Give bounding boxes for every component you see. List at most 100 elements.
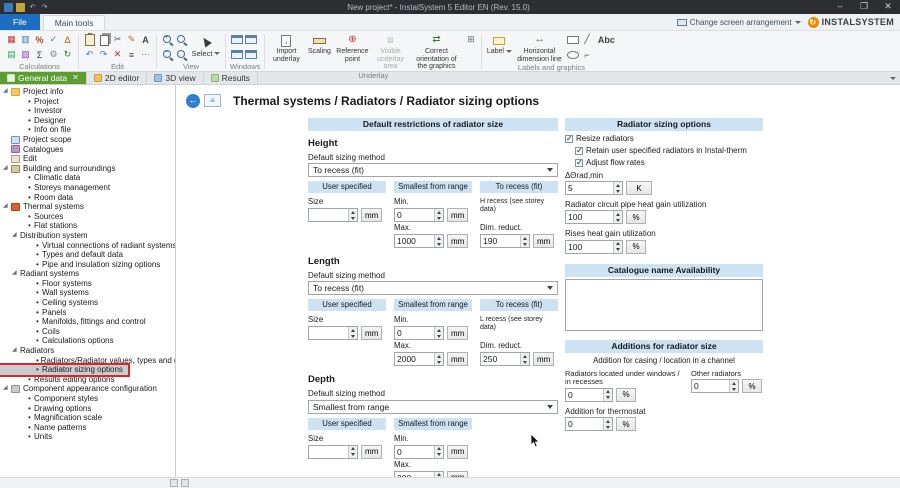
ellipse-shape-icon[interactable]	[566, 48, 579, 61]
tree-item-radiators[interactable]: ◢Radiators	[0, 346, 175, 356]
tree-item-room-data[interactable]: •Room data	[0, 193, 175, 203]
tree-item-climatic-data[interactable]: •Climatic data	[0, 173, 175, 183]
import-underlay-button[interactable]: ↓ Import underlay	[269, 33, 303, 63]
window-new-icon[interactable]	[244, 33, 257, 46]
height-min-unit-button[interactable]: mm	[447, 208, 468, 222]
redo-icon[interactable]: ↷	[97, 48, 110, 61]
undo-icon[interactable]: ↶	[28, 3, 37, 12]
reference-point-button[interactable]: ⊕ Reference point	[335, 33, 369, 63]
spinner-arrows[interactable]	[348, 209, 357, 221]
navigation-list-button[interactable]: ≡	[204, 94, 221, 107]
expander-icon[interactable]: ◢	[3, 202, 11, 212]
tree-item-calculations-options[interactable]: •Calculations options	[0, 336, 175, 346]
depth-min-input[interactable]: 0	[394, 445, 444, 459]
tree-item-info-on-file[interactable]: •Info on file	[0, 125, 175, 135]
tree-item-radiator-sizing-options[interactable]: •Radiator sizing options	[0, 365, 128, 375]
change-screen-arrangement-button[interactable]: Change screen arrangement	[677, 18, 801, 27]
spinner-arrows[interactable]	[613, 182, 622, 194]
height-size-unit-button[interactable]: mm	[361, 208, 382, 222]
minimize-button[interactable]: –	[828, 0, 852, 14]
spinner-arrows[interactable]	[348, 446, 357, 458]
tree-item-investor[interactable]: •Investor	[0, 106, 175, 116]
length-size-unit-button[interactable]: mm	[361, 326, 382, 340]
format-icon[interactable]: ≡	[125, 48, 138, 61]
depth-sizing-method-select[interactable]: Smallest from range	[308, 400, 558, 414]
visible-underlay-area-button[interactable]: ▧ Visible underlay area	[372, 33, 408, 71]
expander-icon[interactable]: ◢	[3, 164, 11, 174]
height-max-unit-button[interactable]: mm	[447, 234, 468, 248]
spinner-arrows[interactable]	[520, 353, 529, 365]
tree-item-magnification-scale[interactable]: •Magnification scale	[0, 413, 175, 423]
percent-icon[interactable]: %	[33, 33, 46, 46]
thermostat-addition-unit-button[interactable]: %	[616, 417, 636, 431]
data-table-icon[interactable]: ▥	[19, 33, 32, 46]
edit-pencil-icon[interactable]: ✎	[125, 33, 138, 46]
other-radiators-input[interactable]: 0	[691, 379, 739, 393]
zoom-in-icon[interactable]: +	[161, 33, 174, 46]
tree-item-storeys-management[interactable]: •Storeys management	[0, 183, 175, 193]
zoom-page-icon[interactable]	[175, 48, 188, 61]
tree-item-floor-systems[interactable]: •Floor systems	[0, 279, 175, 289]
expander-icon[interactable]: ◢	[12, 269, 20, 279]
tree-item-units[interactable]: •Units	[0, 432, 175, 442]
spinner-arrows[interactable]	[434, 353, 443, 365]
window-tile-icon[interactable]	[230, 48, 243, 61]
risers-heat-gain-input[interactable]: 100	[565, 240, 623, 254]
rectangle-shape-icon[interactable]	[566, 33, 579, 46]
spinner-arrows[interactable]	[434, 446, 443, 458]
tree-item-pipe-and-insulation-sizing-options[interactable]: •Pipe and insulation sizing options	[0, 260, 175, 270]
spinner-arrows[interactable]	[434, 327, 443, 339]
spinner-arrows[interactable]	[613, 241, 622, 253]
window-cascade-icon[interactable]	[230, 33, 243, 46]
tab-general-data[interactable]: General data ✕	[0, 72, 87, 84]
select-tool-button[interactable]: Select	[191, 33, 221, 58]
tree-item-ceiling-systems[interactable]: •Ceiling systems	[0, 298, 175, 308]
close-button[interactable]: ✕	[876, 0, 900, 14]
tree-item-name-patterns[interactable]: •Name patterns	[0, 423, 175, 433]
tree-item-component-styles[interactable]: •Component styles	[0, 394, 175, 404]
length-dim-reduct-unit-button[interactable]: mm	[533, 352, 554, 366]
length-max-unit-button[interactable]: mm	[447, 352, 468, 366]
spinner-arrows[interactable]	[603, 418, 612, 430]
length-max-input[interactable]: 2000	[394, 352, 444, 366]
refresh-icon[interactable]: ↻	[61, 48, 74, 61]
file-menu-button[interactable]: File	[0, 14, 40, 30]
zoom-fit-icon[interactable]	[175, 33, 188, 46]
expander-icon[interactable]: ◢	[12, 346, 20, 356]
maximize-button[interactable]: ❐	[852, 0, 876, 14]
correct-orientation-button[interactable]: ⇄ Correct orientation of the graphics	[411, 33, 461, 71]
height-size-input[interactable]	[308, 208, 358, 222]
height-dim-reduct-unit-button[interactable]: mm	[533, 234, 554, 248]
pipe-heat-gain-input[interactable]: 100	[565, 210, 623, 224]
results-grid-icon[interactable]: ▤	[5, 48, 18, 61]
calc-options-icon[interactable]: ⚙	[47, 48, 60, 61]
spinner-arrows[interactable]	[348, 327, 357, 339]
spinner-arrows[interactable]	[520, 235, 529, 247]
tree-item-building-and-surroundings[interactable]: ◢Building and surroundings	[0, 164, 175, 174]
tab-overflow-chevron[interactable]	[886, 72, 900, 84]
tab-main-tools[interactable]: Main tools	[43, 15, 106, 30]
tree-item-distribution-system[interactable]: ◢Distribution system	[0, 231, 175, 241]
dtrad-unit-button[interactable]: K	[626, 181, 652, 195]
thermostat-addition-input[interactable]: 0	[565, 417, 613, 431]
spinner-arrows[interactable]	[603, 389, 612, 401]
tree-item-sources[interactable]: •Sources	[0, 212, 175, 222]
save-icon[interactable]	[16, 3, 25, 12]
length-min-unit-button[interactable]: mm	[447, 326, 468, 340]
expander-icon[interactable]: ◢	[3, 87, 11, 97]
calculation-table-icon[interactable]: ▦	[5, 33, 18, 46]
height-min-input[interactable]: 0	[394, 208, 444, 222]
length-min-input[interactable]: 0	[394, 326, 444, 340]
tree-item-types-and-default-data[interactable]: •Types and default data	[0, 250, 175, 260]
status-icon[interactable]	[170, 479, 178, 487]
adjust-flow-rates-checkbox[interactable]: Adjust flow rates	[575, 158, 763, 167]
tree-item-wall-systems[interactable]: •Wall systems	[0, 288, 175, 298]
tree-item-panels[interactable]: •Panels	[0, 308, 175, 318]
cut-icon[interactable]: ✂	[111, 33, 124, 46]
zoom-out-icon[interactable]: −	[161, 48, 174, 61]
tree-item-edit[interactable]: Edit	[0, 154, 175, 164]
tree-item-designer[interactable]: •Designer	[0, 116, 175, 126]
sum-icon[interactable]: Σ	[33, 48, 46, 61]
label-button[interactable]: Label	[486, 33, 512, 56]
tree-item-project[interactable]: •Project	[0, 97, 175, 107]
